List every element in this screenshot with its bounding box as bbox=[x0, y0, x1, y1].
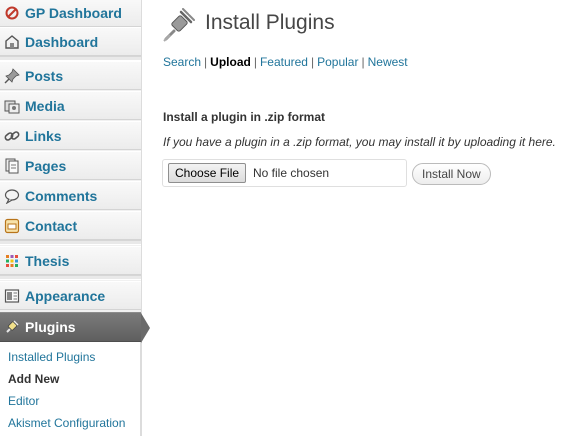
menu-separator bbox=[0, 275, 141, 280]
menu-label: Plugins bbox=[25, 319, 76, 335]
tab-popular[interactable]: Popular bbox=[317, 55, 358, 69]
file-status-text: No file chosen bbox=[253, 166, 330, 180]
menu-plugins[interactable]: Plugins bbox=[0, 312, 141, 342]
menu-gp-dashboard[interactable]: GP Dashboard bbox=[0, 0, 141, 27]
plugin-file-input[interactable]: Choose File No file chosen bbox=[162, 159, 407, 187]
plugins-submenu: Installed Plugins Add New Editor Akismet… bbox=[0, 342, 141, 436]
tab-search[interactable]: Search bbox=[163, 55, 201, 69]
menu-dashboard[interactable]: Dashboard bbox=[0, 27, 141, 56]
upload-section-heading: Install a plugin in .zip format bbox=[163, 110, 326, 124]
tab-separator: | bbox=[361, 55, 365, 69]
comments-icon bbox=[4, 188, 20, 204]
menu-separator bbox=[0, 240, 141, 245]
install-tabs: Search | Upload | Featured | Popular | Newest bbox=[163, 55, 408, 69]
menu-media[interactable]: Media bbox=[0, 91, 141, 120]
tab-separator: | bbox=[310, 55, 315, 69]
links-icon bbox=[4, 128, 20, 144]
media-icon bbox=[4, 98, 20, 114]
menu-label: Contact bbox=[25, 217, 78, 234]
admin-sidebar: GP Dashboard Dashboard Posts Media Links… bbox=[0, 0, 150, 436]
dashboard-icon bbox=[4, 34, 20, 50]
menu-label: Pages bbox=[25, 157, 67, 174]
submenu-installed-plugins[interactable]: Installed Plugins bbox=[8, 350, 95, 364]
menu-contact[interactable]: Contact bbox=[0, 211, 141, 240]
gp-dashboard-icon bbox=[4, 5, 20, 21]
plugins-icon bbox=[4, 319, 20, 335]
tab-separator: | bbox=[204, 55, 208, 69]
active-menu-arrow bbox=[141, 313, 150, 343]
contact-icon bbox=[4, 218, 20, 234]
page-title: Install Plugins bbox=[205, 11, 335, 34]
menu-label: Posts bbox=[25, 67, 64, 84]
menu-appearance[interactable]: Appearance bbox=[0, 281, 141, 310]
tab-separator: | bbox=[253, 55, 257, 69]
posts-pin-icon bbox=[4, 67, 20, 84]
submenu-editor[interactable]: Editor bbox=[8, 394, 39, 408]
menu-label: Appearance bbox=[25, 287, 106, 304]
submenu-add-new[interactable]: Add New bbox=[8, 372, 59, 386]
tab-upload[interactable]: Upload bbox=[210, 55, 251, 69]
upload-description: If you have a plugin in a .zip format, y… bbox=[163, 135, 556, 149]
menu-label: Thesis bbox=[25, 252, 70, 269]
menu-label: GP Dashboard bbox=[25, 4, 122, 21]
menu-label: Media bbox=[25, 97, 65, 114]
thesis-icon bbox=[4, 253, 20, 269]
menu-pages[interactable]: Pages bbox=[0, 151, 141, 180]
tab-featured[interactable]: Featured bbox=[260, 55, 308, 69]
menu-thesis[interactable]: Thesis bbox=[0, 246, 141, 275]
menu-posts[interactable]: Posts bbox=[0, 61, 141, 90]
submenu-akismet-configuration[interactable]: Akismet Configuration bbox=[8, 416, 125, 430]
menu-label: Links bbox=[25, 127, 62, 144]
menu-links[interactable]: Links bbox=[0, 121, 141, 150]
appearance-icon bbox=[4, 288, 20, 304]
plugin-plug-icon bbox=[163, 8, 195, 42]
menu-label: Comments bbox=[25, 187, 98, 204]
menu-comments[interactable]: Comments bbox=[0, 181, 141, 210]
install-now-button[interactable]: Install Now bbox=[412, 163, 491, 185]
tab-newest[interactable]: Newest bbox=[368, 55, 408, 69]
menu-label: Dashboard bbox=[25, 33, 99, 50]
choose-file-button[interactable]: Choose File bbox=[168, 163, 247, 183]
pages-icon bbox=[4, 158, 20, 174]
